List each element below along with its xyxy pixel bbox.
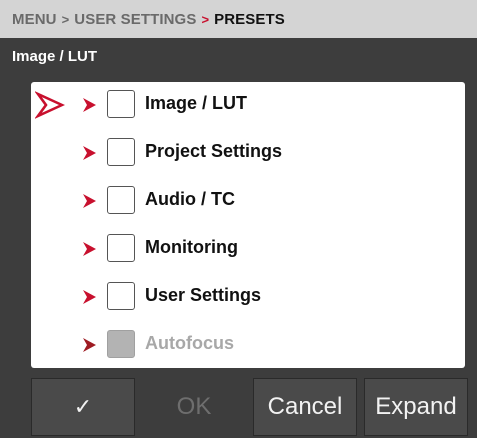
confirm-button[interactable]: ✓ xyxy=(31,378,135,436)
list-item-image-lut[interactable]: Image / LUT xyxy=(31,82,465,128)
breadcrumb-separator: > xyxy=(61,11,70,27)
ok-button: OK xyxy=(142,378,246,436)
list-item-label: Project Settings xyxy=(145,141,283,161)
chevron-right-icon[interactable] xyxy=(81,288,97,306)
checkbox[interactable] xyxy=(107,138,135,166)
chevron-right-icon[interactable] xyxy=(81,96,97,114)
breadcrumb-user-settings[interactable]: USER SETTINGS xyxy=(74,11,196,28)
list-item-audio-tc[interactable]: Audio / TC xyxy=(31,178,465,224)
breadcrumb-menu[interactable]: MENU xyxy=(12,11,57,28)
checkbox[interactable] xyxy=(107,282,135,310)
chevron-right-icon[interactable] xyxy=(81,240,97,258)
list-item-label: Autofocus xyxy=(145,333,234,353)
list-item-autofocus: Autofocus xyxy=(31,322,465,368)
list-item-label: Monitoring xyxy=(145,237,238,257)
list-item-monitoring[interactable]: Monitoring xyxy=(31,226,465,272)
breadcrumb: MENU > USER SETTINGS > PRESETS xyxy=(0,0,477,38)
cancel-button[interactable]: Cancel xyxy=(253,378,357,436)
expand-button[interactable]: Expand xyxy=(364,378,468,436)
list-item-user-settings[interactable]: User Settings xyxy=(31,274,465,320)
checkbox[interactable] xyxy=(107,186,135,214)
checkbox[interactable] xyxy=(107,234,135,262)
chevron-right-icon[interactable] xyxy=(81,192,97,210)
breadcrumb-separator: > xyxy=(201,11,210,27)
checkbox xyxy=(107,330,135,358)
list-item-label: User Settings xyxy=(145,285,262,305)
chevron-right-icon xyxy=(83,338,96,352)
checkmark-icon: ✓ xyxy=(73,394,93,419)
preset-list: Image / LUT Project Settings Audio / TC … xyxy=(31,82,465,368)
list-item-label: Image / LUT xyxy=(145,93,248,113)
chevron-right-icon[interactable] xyxy=(81,144,97,162)
button-bar: ✓ OK Cancel Expand xyxy=(0,376,477,438)
section-title: Image / LUT xyxy=(12,48,98,65)
breadcrumb-presets: PRESETS xyxy=(214,10,285,28)
focus-arrow-icon xyxy=(35,91,65,119)
list-item-project-settings[interactable]: Project Settings xyxy=(31,130,465,176)
checkbox[interactable] xyxy=(107,90,135,118)
list-item-label: Audio / TC xyxy=(145,189,235,209)
